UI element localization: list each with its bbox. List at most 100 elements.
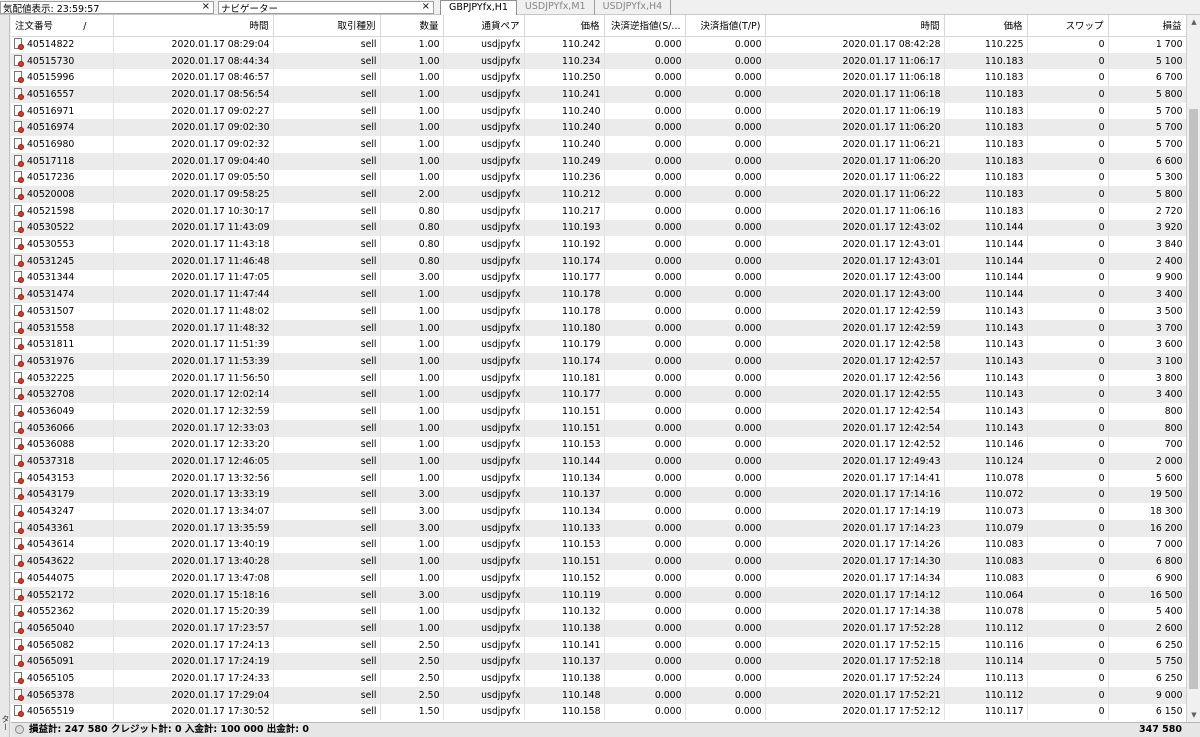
scroll-up-icon[interactable]: ▲ xyxy=(1187,15,1200,29)
cell-stop-loss: 0.000 xyxy=(604,486,686,504)
cell-close-time: 2020.01.17 11:06:20 xyxy=(765,119,945,137)
column-header-type[interactable]: 取引種別 xyxy=(273,15,381,37)
table-row[interactable]: 40536088 2020.01.17 12:33:20 sell 1.00 usdjp… xyxy=(11,436,1186,454)
quote-pane-tab[interactable]: 気配値表示: 23:59:57 × xyxy=(0,1,214,14)
table-row[interactable]: 40552172 2020.01.17 15:18:16 sell 3.00 usdjp… xyxy=(11,586,1186,604)
order-id-text: 40531976 xyxy=(27,355,75,367)
column-header-close-time[interactable]: 時間 xyxy=(765,15,945,37)
table-row[interactable]: 40515730 2020.01.17 08:44:34 sell 1.00 usdjp… xyxy=(11,52,1186,70)
column-header-volume[interactable]: 数量 xyxy=(380,15,444,37)
table-row[interactable]: 40565519 2020.01.17 17:30:52 sell 1.50 usdjp… xyxy=(11,703,1186,721)
table-row[interactable]: 40520008 2020.01.17 09:58:25 sell 2.00 usdjp… xyxy=(11,186,1186,203)
cell-swap: 0 xyxy=(1027,419,1109,437)
table-row[interactable]: 40543361 2020.01.17 13:35:59 sell 3.00 usdjp… xyxy=(11,519,1186,537)
cell-close-price: 110.183 xyxy=(944,52,1028,70)
cell-stop-loss: 0.000 xyxy=(604,86,686,103)
cell-profit: 6 800 xyxy=(1108,553,1186,570)
cell-stop-loss: 0.000 xyxy=(604,119,686,137)
table-row[interactable]: 40565040 2020.01.17 17:23:57 sell 1.00 usdjp… xyxy=(11,620,1186,637)
table-row[interactable]: 40565378 2020.01.17 17:29:04 sell 2.50 usdjp… xyxy=(11,686,1186,704)
cell-close-time: 2020.01.17 12:42:59 xyxy=(765,319,945,337)
cell-open-time: 2020.01.17 11:43:18 xyxy=(113,236,274,253)
chart-tab[interactable]: USDJPYfx,H4 xyxy=(595,0,672,15)
sell-order-icon xyxy=(13,54,24,68)
table-row[interactable]: 40516557 2020.01.17 08:56:54 sell 1.00 usdjp… xyxy=(11,86,1186,103)
sell-order-icon xyxy=(13,204,24,218)
cell-open-time: 2020.01.17 17:30:52 xyxy=(113,703,274,721)
cell-order-id: 40516980 xyxy=(11,136,114,153)
close-icon[interactable]: × xyxy=(422,2,430,12)
column-header-stop-loss[interactable]: 決済逆指値(S/... xyxy=(604,15,686,37)
table-row[interactable]: 40514822 2020.01.17 08:29:04 sell 1.00 usdjp… xyxy=(11,36,1186,53)
chart-tab[interactable]: USDJPYfx,M1 xyxy=(517,0,595,15)
cell-order-id: 40515730 xyxy=(11,52,114,70)
table-row[interactable]: 40536049 2020.01.17 12:32:59 sell 1.00 usdjp… xyxy=(11,403,1186,420)
table-row[interactable]: 40516974 2020.01.17 09:02:30 sell 1.00 usdjp… xyxy=(11,119,1186,137)
column-header-swap[interactable]: スワップ xyxy=(1027,15,1109,37)
navigator-pane-tab[interactable]: ナビゲーター × xyxy=(218,1,434,14)
sell-order-icon xyxy=(13,455,24,468)
order-id-text: 40516971 xyxy=(27,105,75,117)
table-row[interactable]: 40515996 2020.01.17 08:46:57 sell 1.00 usdjp… xyxy=(11,69,1186,87)
column-header-symbol[interactable]: 通貨ペア xyxy=(443,15,525,37)
cell-close-time: 2020.01.17 17:14:19 xyxy=(765,503,945,520)
table-row[interactable]: 40531344 2020.01.17 11:47:05 sell 3.00 usdjp… xyxy=(11,269,1186,287)
table-row[interactable]: 40536066 2020.01.17 12:33:03 sell 1.00 usdjp… xyxy=(11,419,1186,437)
sell-order-icon xyxy=(13,271,24,284)
sell-order-icon xyxy=(13,671,24,685)
table-row[interactable]: 40565091 2020.01.17 17:24:19 sell 2.50 usdjp… xyxy=(11,653,1186,671)
table-row[interactable]: 40531474 2020.01.17 11:47:44 sell 1.00 usdjp… xyxy=(11,286,1186,303)
cell-close-price: 110.143 xyxy=(944,336,1028,354)
scroll-down-icon[interactable]: ▼ xyxy=(1187,708,1200,722)
column-header-open-time[interactable]: 時間 xyxy=(113,15,274,37)
column-header-open-price[interactable]: 価格 xyxy=(524,15,605,37)
cell-close-price: 110.078 xyxy=(944,469,1028,487)
scrollbar-thumb[interactable] xyxy=(1189,109,1198,689)
table-row[interactable]: 40531245 2020.01.17 11:46:48 sell 0.80 usdjp… xyxy=(11,252,1186,270)
table-row[interactable]: 40531976 2020.01.17 11:53:39 sell 1.00 usdjp… xyxy=(11,353,1186,370)
sell-order-icon xyxy=(13,505,24,518)
column-header-order[interactable]: 注文番号 / xyxy=(11,15,114,37)
table-row[interactable]: 40543622 2020.01.17 13:40:28 sell 1.00 usdjp… xyxy=(11,553,1186,570)
cell-type: sell xyxy=(273,486,381,504)
table-row[interactable]: 40517118 2020.01.17 09:04:40 sell 1.00 usdjp… xyxy=(11,152,1186,170)
cell-open-price: 110.153 xyxy=(524,436,605,454)
vertical-scrollbar[interactable]: ▲ ▼ xyxy=(1186,15,1200,722)
cell-take-profit: 0.000 xyxy=(685,519,766,537)
cell-volume: 2.50 xyxy=(380,653,444,671)
cell-symbol: usdjpyfx xyxy=(443,269,525,287)
column-header-take-profit[interactable]: 決済指値(T/P) xyxy=(685,15,766,37)
sell-order-icon xyxy=(13,238,24,251)
table-row[interactable]: 40544075 2020.01.17 13:47:08 sell 1.00 usdjp… xyxy=(11,570,1186,587)
table-row[interactable]: 40530522 2020.01.17 11:43:09 sell 0.80 usdjp… xyxy=(11,219,1186,237)
table-row[interactable]: 40517236 2020.01.17 09:05:50 sell 1.00 usdjp… xyxy=(11,169,1186,187)
column-header-profit[interactable]: 損益 xyxy=(1108,15,1186,37)
cell-symbol: usdjpyfx xyxy=(443,102,525,120)
table-row[interactable]: 40543614 2020.01.17 13:40:19 sell 1.00 usdjp… xyxy=(11,536,1186,554)
table-row[interactable]: 40565082 2020.01.17 17:24:13 sell 2.50 usdjp… xyxy=(11,636,1186,654)
close-icon[interactable]: × xyxy=(202,2,210,12)
cell-stop-loss: 0.000 xyxy=(604,202,686,220)
cell-volume: 1.00 xyxy=(380,136,444,153)
table-row[interactable]: 40552362 2020.01.17 15:20:39 sell 1.00 usdjp… xyxy=(11,603,1186,621)
table-row[interactable]: 40531507 2020.01.17 11:48:02 sell 1.00 usdjp… xyxy=(11,303,1186,320)
table-row[interactable]: 40516980 2020.01.17 09:02:32 sell 1.00 usdjp… xyxy=(11,136,1186,153)
chart-tab[interactable]: GBPJPYfx,H1 xyxy=(440,0,517,15)
cell-symbol: usdjpyfx xyxy=(443,236,525,253)
cell-order-id: 40516971 xyxy=(11,102,114,120)
table-row[interactable]: 40521598 2020.01.17 10:30:17 sell 0.80 usdjp… xyxy=(11,202,1186,220)
column-header-close-price[interactable]: 価格 xyxy=(944,15,1028,37)
table-row[interactable]: 40531811 2020.01.17 11:51:39 sell 1.00 usdjp… xyxy=(11,336,1186,354)
table-row[interactable]: 40516971 2020.01.17 09:02:27 sell 1.00 usdjp… xyxy=(11,102,1186,120)
cell-volume: 1.00 xyxy=(380,620,444,637)
table-row[interactable]: 40530553 2020.01.17 11:43:18 sell 0.80 usdjp… xyxy=(11,236,1186,253)
table-row[interactable]: 40543179 2020.01.17 13:33:19 sell 3.00 usdjp… xyxy=(11,486,1186,504)
table-row[interactable]: 40543153 2020.01.17 13:32:56 sell 1.00 usdjp… xyxy=(11,469,1186,487)
table-row[interactable]: 40532225 2020.01.17 11:56:50 sell 1.00 usdjp… xyxy=(11,369,1186,387)
table-row[interactable]: 40531558 2020.01.17 11:48:32 sell 1.00 usdjp… xyxy=(11,319,1186,337)
cell-type: sell xyxy=(273,219,381,237)
table-row[interactable]: 40537318 2020.01.17 12:46:05 sell 1.00 usdjp… xyxy=(11,453,1186,470)
table-row[interactable]: 40532708 2020.01.17 12:02:14 sell 1.00 usdjp… xyxy=(11,386,1186,404)
table-row[interactable]: 40543247 2020.01.17 13:34:07 sell 3.00 usdjp… xyxy=(11,503,1186,520)
table-row[interactable]: 40565105 2020.01.17 17:24:33 sell 2.50 usdjp… xyxy=(11,670,1186,687)
